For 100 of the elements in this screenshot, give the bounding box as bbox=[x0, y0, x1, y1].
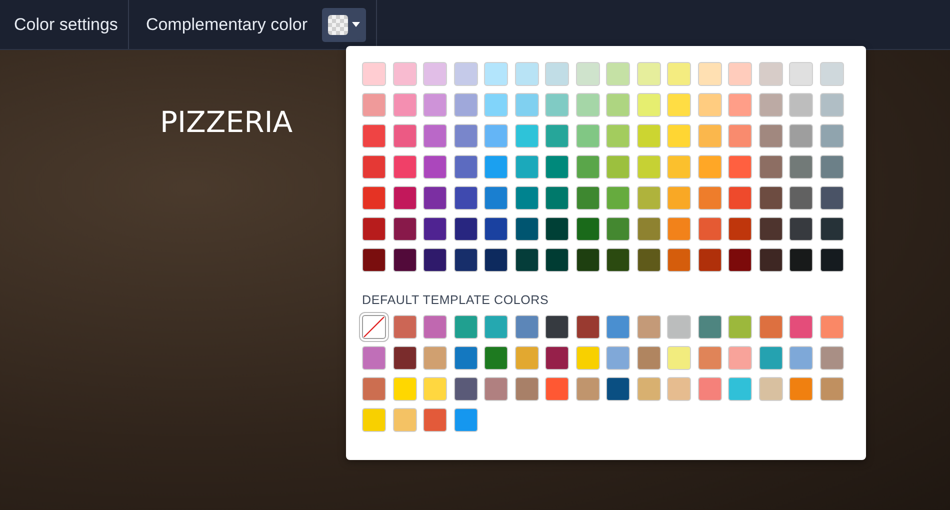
color-swatch[interactable] bbox=[606, 155, 630, 179]
color-swatch[interactable] bbox=[454, 248, 478, 272]
color-swatch[interactable] bbox=[392, 315, 416, 339]
color-swatch[interactable] bbox=[606, 346, 630, 370]
color-swatch[interactable] bbox=[758, 62, 782, 86]
color-swatch[interactable] bbox=[484, 155, 508, 179]
color-swatch[interactable] bbox=[728, 217, 752, 241]
color-swatch[interactable] bbox=[454, 217, 478, 241]
color-swatch[interactable] bbox=[728, 93, 752, 117]
color-swatch[interactable] bbox=[698, 248, 722, 272]
color-swatch[interactable] bbox=[392, 186, 416, 210]
color-swatch[interactable] bbox=[728, 155, 752, 179]
color-swatch[interactable] bbox=[454, 346, 478, 370]
color-swatch[interactable] bbox=[484, 186, 508, 210]
color-swatch[interactable] bbox=[667, 62, 691, 86]
color-swatch[interactable] bbox=[545, 62, 569, 86]
color-swatch[interactable] bbox=[545, 248, 569, 272]
color-swatch[interactable] bbox=[362, 346, 386, 370]
color-swatch[interactable] bbox=[606, 62, 630, 86]
color-swatch[interactable] bbox=[514, 186, 538, 210]
color-swatch[interactable] bbox=[667, 93, 691, 117]
color-swatch[interactable] bbox=[423, 346, 447, 370]
color-swatch[interactable] bbox=[576, 124, 600, 148]
color-swatch[interactable] bbox=[636, 155, 660, 179]
color-swatch[interactable] bbox=[514, 93, 538, 117]
color-swatch[interactable] bbox=[545, 124, 569, 148]
color-swatch[interactable] bbox=[392, 408, 416, 432]
color-swatch[interactable] bbox=[545, 377, 569, 401]
color-swatch[interactable] bbox=[454, 93, 478, 117]
color-swatch[interactable] bbox=[728, 315, 752, 339]
color-swatch[interactable] bbox=[698, 186, 722, 210]
color-swatch[interactable] bbox=[576, 217, 600, 241]
color-swatch[interactable] bbox=[484, 315, 508, 339]
color-swatch[interactable] bbox=[362, 248, 386, 272]
color-swatch[interactable] bbox=[576, 315, 600, 339]
color-swatch[interactable] bbox=[789, 62, 813, 86]
color-swatch[interactable] bbox=[636, 217, 660, 241]
color-swatch[interactable] bbox=[820, 186, 844, 210]
color-swatch[interactable] bbox=[362, 217, 386, 241]
color-swatch[interactable] bbox=[576, 93, 600, 117]
color-swatch[interactable] bbox=[698, 377, 722, 401]
color-swatch[interactable] bbox=[758, 124, 782, 148]
color-swatch[interactable] bbox=[636, 346, 660, 370]
color-swatch[interactable] bbox=[514, 346, 538, 370]
color-swatch[interactable] bbox=[758, 248, 782, 272]
color-swatch[interactable] bbox=[392, 346, 416, 370]
color-swatch[interactable] bbox=[576, 346, 600, 370]
color-swatch[interactable] bbox=[454, 155, 478, 179]
color-swatch[interactable] bbox=[758, 315, 782, 339]
color-swatch[interactable] bbox=[667, 155, 691, 179]
color-swatch[interactable] bbox=[392, 155, 416, 179]
color-swatch[interactable] bbox=[362, 186, 386, 210]
color-swatch[interactable] bbox=[606, 93, 630, 117]
color-swatch[interactable] bbox=[576, 155, 600, 179]
color-swatch[interactable] bbox=[423, 408, 447, 432]
color-swatch[interactable] bbox=[514, 155, 538, 179]
color-swatch[interactable] bbox=[698, 315, 722, 339]
color-swatch[interactable] bbox=[454, 315, 478, 339]
color-swatch[interactable] bbox=[789, 315, 813, 339]
color-swatch[interactable] bbox=[545, 346, 569, 370]
color-swatch[interactable] bbox=[454, 186, 478, 210]
color-swatch[interactable] bbox=[576, 62, 600, 86]
color-swatch[interactable] bbox=[758, 346, 782, 370]
color-swatch[interactable] bbox=[545, 217, 569, 241]
color-swatch[interactable] bbox=[484, 124, 508, 148]
color-swatch[interactable] bbox=[576, 377, 600, 401]
color-swatch[interactable] bbox=[514, 248, 538, 272]
color-swatch[interactable] bbox=[423, 62, 447, 86]
color-swatch[interactable] bbox=[698, 93, 722, 117]
color-swatch[interactable] bbox=[484, 62, 508, 86]
color-swatch[interactable] bbox=[636, 124, 660, 148]
color-swatch[interactable] bbox=[728, 124, 752, 148]
color-swatch[interactable] bbox=[514, 124, 538, 148]
color-swatch[interactable] bbox=[362, 377, 386, 401]
color-swatch[interactable] bbox=[545, 93, 569, 117]
color-swatch[interactable] bbox=[392, 62, 416, 86]
color-swatch[interactable] bbox=[728, 377, 752, 401]
color-swatch[interactable] bbox=[606, 248, 630, 272]
color-swatch[interactable] bbox=[758, 93, 782, 117]
color-swatch[interactable] bbox=[698, 155, 722, 179]
color-swatch[interactable] bbox=[484, 93, 508, 117]
color-swatch[interactable] bbox=[454, 124, 478, 148]
color-swatch[interactable] bbox=[362, 408, 386, 432]
color-swatch[interactable] bbox=[728, 186, 752, 210]
color-swatch[interactable] bbox=[667, 217, 691, 241]
color-swatch[interactable] bbox=[606, 377, 630, 401]
color-swatch[interactable] bbox=[636, 186, 660, 210]
color-swatch[interactable] bbox=[667, 377, 691, 401]
color-swatch[interactable] bbox=[728, 248, 752, 272]
color-swatch[interactable] bbox=[698, 124, 722, 148]
color-swatch[interactable] bbox=[362, 124, 386, 148]
color-swatch[interactable] bbox=[392, 93, 416, 117]
color-swatch[interactable] bbox=[820, 155, 844, 179]
color-swatch[interactable] bbox=[820, 248, 844, 272]
color-swatch[interactable] bbox=[789, 248, 813, 272]
color-swatch[interactable] bbox=[789, 186, 813, 210]
color-swatch[interactable] bbox=[698, 346, 722, 370]
color-swatch[interactable] bbox=[454, 408, 478, 432]
color-swatch[interactable] bbox=[514, 377, 538, 401]
color-swatch[interactable] bbox=[576, 186, 600, 210]
